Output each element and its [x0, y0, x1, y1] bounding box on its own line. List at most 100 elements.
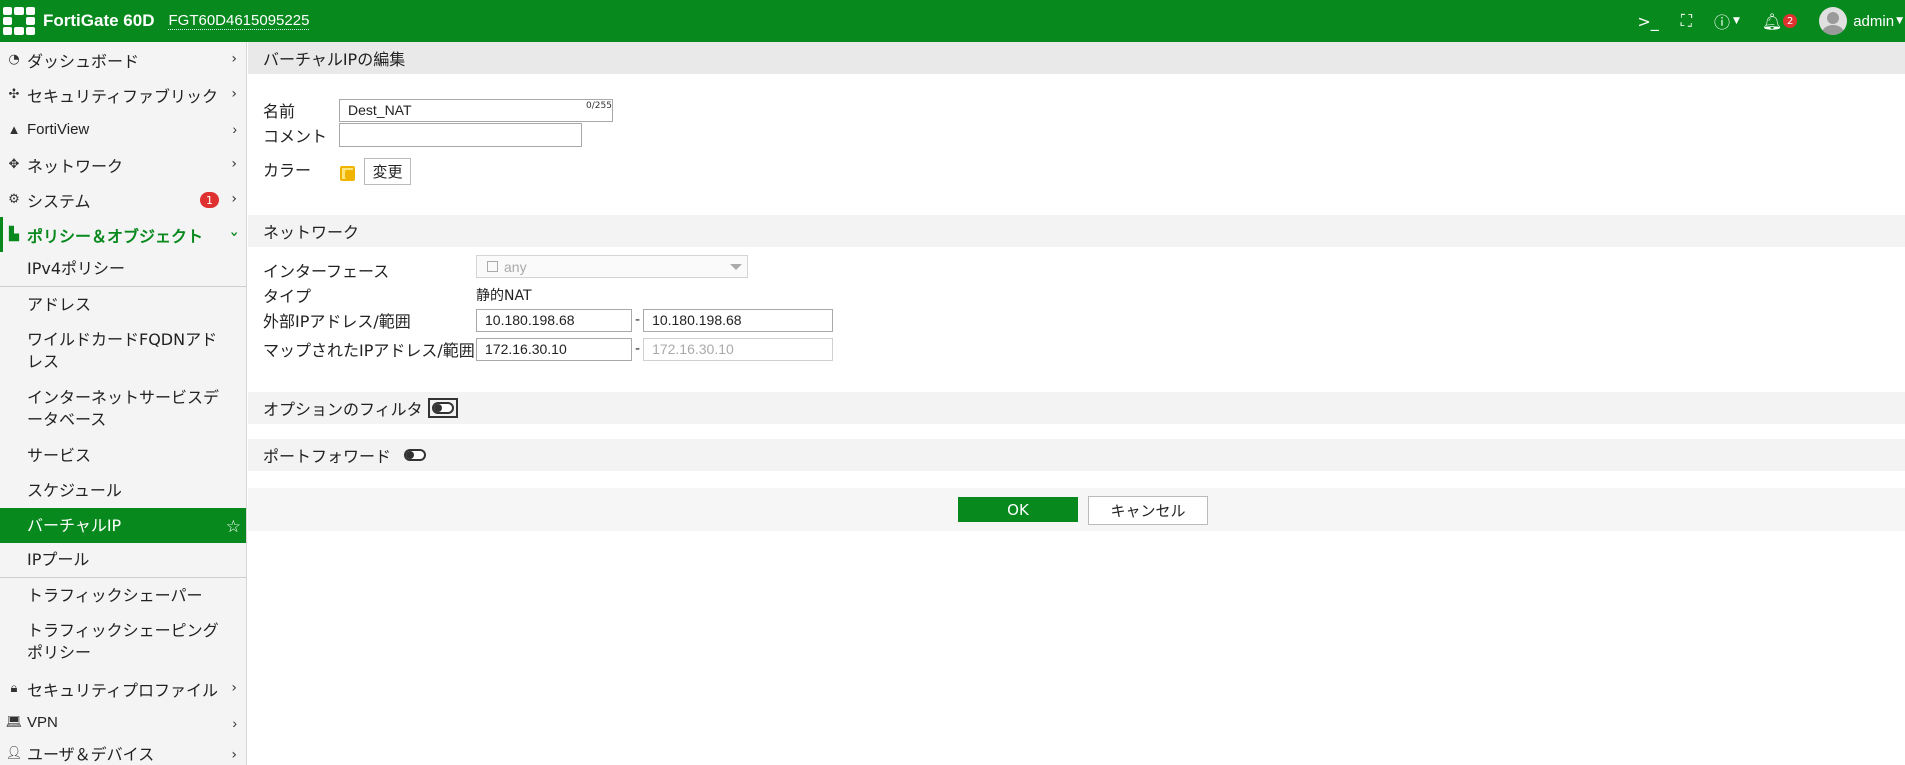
external-ip-start-input[interactable]: 10.180.198.68: [476, 308, 632, 332]
sidebar-subitem-schedules[interactable]: スケジュール: [0, 473, 246, 508]
gear-icon: ⚙: [8, 192, 20, 207]
optional-filter-label: オプションのフィルタ: [263, 400, 423, 419]
chevron-right-icon: ›: [231, 191, 237, 207]
sidebar-item-label: VPN: [27, 713, 58, 731]
user-menu[interactable]: admin: [1853, 13, 1894, 30]
external-ip-end-input[interactable]: 10.180.198.68: [643, 308, 834, 332]
external-ip-label: 外部IPアドレス/範囲: [263, 312, 411, 331]
range-separator: -: [635, 312, 641, 328]
port-forward-bar: ポートフォワード: [248, 439, 1905, 471]
sidebar-subitem-internet-service-db[interactable]: インターネットサービスデータベース: [0, 380, 246, 438]
change-color-button[interactable]: 変更: [364, 158, 411, 185]
sidebar-subitem-traffic-shapers[interactable]: トラフィックシェーパー: [0, 578, 246, 613]
sidebar-item-label: システム: [27, 191, 91, 211]
toggle-switch-icon: [431, 402, 454, 414]
color-swatch-icon: [339, 164, 355, 181]
sidebar-item-security-fabric[interactable]: ✣ セキュリティファブリック ›: [0, 77, 246, 112]
product-name: FortiGate 60D: [43, 11, 155, 30]
type-value: 静的NAT: [476, 288, 532, 304]
sidebar-item-network[interactable]: ✥ ネットワーク ›: [0, 147, 246, 182]
chevron-right-icon: ›: [231, 156, 237, 172]
interface-label: インターフェース: [263, 262, 390, 281]
device-serial[interactable]: FGT60D4615095225: [168, 12, 310, 30]
type-row: タイプ 静的NAT: [263, 283, 532, 307]
cancel-button[interactable]: キャンセル: [1088, 496, 1208, 525]
system-alert-badge: 1: [200, 192, 219, 208]
fortinet-logo-icon: [3, 7, 35, 35]
page-title: バーチャルIPの編集: [248, 42, 1905, 74]
sidebar-item-label: ネットワーク: [27, 156, 124, 176]
optional-filter-toggle[interactable]: [427, 398, 458, 418]
user-avatar[interactable]: [1819, 7, 1848, 35]
dropdown-arrow-icon: [730, 264, 742, 270]
chart-icon: ▲: [7, 122, 21, 137]
comment-row: コメント: [263, 123, 582, 147]
interface-select[interactable]: any: [476, 255, 748, 278]
favorite-star-icon[interactable]: ☆: [226, 516, 241, 538]
lock-icon: 🔒︎: [10, 681, 18, 696]
interface-value: any: [504, 258, 527, 275]
comment-textarea[interactable]: [339, 123, 582, 147]
interface-checkbox-icon: [487, 261, 498, 272]
sidebar: ◔ ダッシュボード › ✣ セキュリティファブリック › ▲ FortiView…: [0, 42, 247, 765]
optional-filter-bar: オプションのフィルタ: [248, 392, 1905, 424]
color-row: カラー 変更: [263, 158, 411, 185]
help-icon[interactable]: ⓘ ▼: [1714, 9, 1740, 33]
laptop-icon: 💻︎: [5, 714, 23, 729]
chevron-right-icon: ›: [231, 86, 237, 102]
chevron-right-icon: ›: [231, 680, 237, 696]
policy-icon: ▙: [9, 227, 19, 242]
type-label: タイプ: [263, 287, 312, 306]
chevron-right-icon: ›: [232, 715, 237, 731]
sidebar-subitem-wildcard-fqdn[interactable]: ワイルドカードFQDNアドレス: [0, 322, 246, 380]
sidebar-item-security-profiles[interactable]: 🔒︎ セキュリティプロファイル ›: [0, 671, 246, 706]
name-label: 名前: [263, 102, 296, 121]
network-section-header: ネットワーク: [248, 215, 1905, 247]
mapped-ip-row: マップされたIPアドレス/範囲 172.16.30.10 - 172.16.30…: [263, 337, 834, 361]
port-forward-toggle[interactable]: [404, 449, 427, 461]
top-bar: FortiGate 60D FGT60D4615095225 >_ ⛶ ⓘ ▼ 🔔…: [0, 0, 1905, 42]
main-panel: バーチャルIPの編集 名前 Dest_NAT コメント 0/255 カラー 変更…: [248, 42, 1905, 765]
external-ip-row: 外部IPアドレス/範囲 10.180.198.68 - 10.180.198.6…: [263, 308, 834, 332]
sidebar-subitem-addresses[interactable]: アドレス: [0, 287, 246, 322]
sidebar-item-fortiview[interactable]: ▲ FortiView ›: [0, 112, 246, 147]
user-icon: 👤︎: [5, 745, 23, 761]
cli-console-icon[interactable]: >_: [1637, 12, 1658, 31]
sidebar-subitem-label: バーチャルIP: [27, 515, 122, 535]
mapped-ip-label: マップされたIPアドレス/範囲: [263, 341, 475, 360]
range-separator: -: [635, 341, 641, 357]
sidebar-subitem-services[interactable]: サービス: [0, 438, 246, 473]
comment-char-counter: 0/255: [586, 101, 612, 111]
fabric-icon: ✣: [8, 87, 20, 102]
mapped-ip-start-input[interactable]: 172.16.30.10: [476, 337, 632, 361]
name-row: 名前 Dest_NAT: [263, 98, 613, 122]
sidebar-subitem-ip-pools[interactable]: IPプール: [0, 543, 246, 578]
sidebar-item-label: FortiView: [27, 121, 90, 138]
sidebar-item-label: ユーザ＆デバイス: [27, 745, 155, 764]
sidebar-item-dashboard[interactable]: ◔ ダッシュボード ›: [0, 42, 246, 77]
notification-badge: 2: [1783, 14, 1798, 28]
sidebar-subitem-traffic-shaping-policy[interactable]: トラフィックシェーピングポリシー: [0, 613, 246, 671]
chevron-right-icon: ›: [232, 121, 237, 137]
fullscreen-icon[interactable]: ⛶: [1681, 11, 1692, 31]
mapped-ip-end-input: 172.16.30.10: [643, 337, 834, 361]
user-menu-caret-icon[interactable]: ▼: [1896, 16, 1903, 26]
chevron-down-icon: ›: [226, 231, 243, 237]
network-icon: ✥: [8, 157, 20, 172]
sidebar-subitem-ipv4-policy[interactable]: IPv4ポリシー: [0, 252, 246, 287]
chevron-right-icon: ›: [231, 51, 237, 67]
chevron-right-icon: ›: [231, 747, 237, 763]
sidebar-item-label: セキュリティファブリック: [27, 86, 219, 106]
sidebar-item-vpn[interactable]: 💻︎ VPN ›: [0, 706, 246, 738]
sidebar-item-users-devices[interactable]: 👤︎ ユーザ＆デバイス ›: [0, 738, 246, 765]
notifications-bell-icon[interactable]: 🔔︎ 2: [1762, 12, 1798, 31]
sidebar-item-label: ポリシー＆オブジェクト: [27, 226, 204, 246]
name-input[interactable]: Dest_NAT: [339, 98, 613, 122]
sidebar-item-label: セキュリティプロファイル: [27, 680, 219, 700]
sidebar-item-system[interactable]: ⚙ システム 1 ›: [0, 182, 246, 217]
port-forward-label: ポートフォワード: [263, 447, 392, 466]
sidebar-item-policy-objects[interactable]: ▙ ポリシー＆オブジェクト ›: [0, 217, 246, 252]
ok-button[interactable]: OK: [958, 497, 1078, 522]
sidebar-subitem-virtual-ip[interactable]: バーチャルIP ☆: [0, 508, 246, 543]
sidebar-item-label: ダッシュボード: [27, 51, 140, 71]
